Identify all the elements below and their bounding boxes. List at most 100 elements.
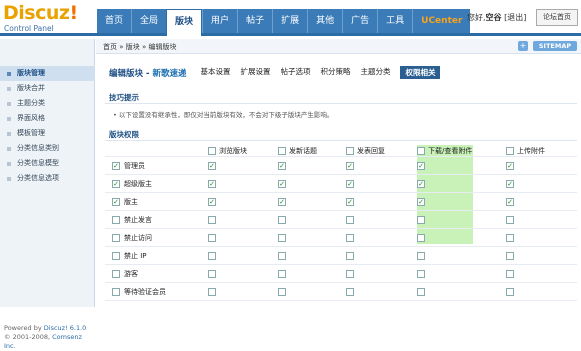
discuz-logo[interactable]: Discuz! Control Panel xyxy=(3,2,95,34)
permission-checkbox[interactable] xyxy=(417,198,425,206)
select-column-checkbox[interactable] xyxy=(417,147,425,155)
permission-checkbox[interactable] xyxy=(346,162,354,170)
permission-checkbox[interactable] xyxy=(278,216,286,224)
permission-checkbox[interactable] xyxy=(417,180,425,188)
permission-checkbox[interactable] xyxy=(278,270,286,278)
permission-checkbox[interactable] xyxy=(506,216,514,224)
permission-checkbox[interactable] xyxy=(506,180,514,188)
sidebar-item[interactable]: 分类信息类别 xyxy=(0,141,95,156)
select-row-checkbox[interactable] xyxy=(112,288,120,296)
permission-checkbox[interactable] xyxy=(346,180,354,188)
user-info: 您好,空谷 [退出] xyxy=(467,12,526,23)
nav-tab-ucenter[interactable]: UCenter xyxy=(412,9,471,33)
permission-checkbox[interactable] xyxy=(346,198,354,206)
sidebar-item[interactable]: 分类信息模型 xyxy=(0,156,95,171)
permission-checkbox[interactable] xyxy=(417,234,425,242)
permission-checkbox[interactable] xyxy=(278,162,286,170)
settings-tab[interactable]: 基本设置 xyxy=(200,66,230,79)
select-column-checkbox[interactable] xyxy=(208,147,216,155)
nav-tab-extend[interactable]: 扩展 xyxy=(272,9,308,33)
bullet-icon xyxy=(7,161,11,166)
settings-tab[interactable]: 帖子选项 xyxy=(280,66,310,79)
nav-tab-posts[interactable]: 帖子 xyxy=(237,9,273,33)
permission-checkbox[interactable] xyxy=(346,270,354,278)
user-group-label: 超级版主 xyxy=(124,180,152,188)
permission-checkbox[interactable] xyxy=(417,216,425,224)
sidebar-item[interactable]: 分类信息选项 xyxy=(0,171,95,186)
permission-checkbox[interactable] xyxy=(278,180,286,188)
permission-checkbox[interactable] xyxy=(278,234,286,242)
sidebar-item-label: 分类信息选项 xyxy=(17,174,59,182)
settings-tab[interactable]: 积分策略 xyxy=(320,66,350,79)
permission-row: 版主 xyxy=(105,193,577,211)
settings-tab[interactable]: 权限相关 xyxy=(400,66,441,79)
column-header-label: 上传附件 xyxy=(517,147,545,155)
permission-checkbox[interactable] xyxy=(346,288,354,296)
sidebar-item[interactable]: 模板管理 xyxy=(0,126,95,141)
permission-checkbox[interactable] xyxy=(208,234,216,242)
permission-checkbox[interactable] xyxy=(208,180,216,188)
nav-tab-forums[interactable]: 版块 xyxy=(166,9,203,36)
add-shortcut-button[interactable]: + xyxy=(518,41,528,51)
bullet-icon xyxy=(7,176,11,181)
permission-checkbox[interactable] xyxy=(346,234,354,242)
permission-checkbox[interactable] xyxy=(417,270,425,278)
product-link[interactable]: Discuz! 6.1.0 xyxy=(44,324,87,332)
permission-checkbox[interactable] xyxy=(506,288,514,296)
permission-checkbox[interactable] xyxy=(417,162,425,170)
permission-checkbox[interactable] xyxy=(346,216,354,224)
sidebar-item-label: 界面风格 xyxy=(17,114,45,122)
breadcrumb[interactable]: 首页 » 版块 » 编辑版块 xyxy=(103,42,176,52)
select-column-checkbox[interactable] xyxy=(506,147,514,155)
column-header: 下载/查看附件 xyxy=(417,145,472,157)
select-row-checkbox[interactable] xyxy=(112,252,120,260)
select-row-checkbox[interactable] xyxy=(112,162,120,170)
settings-tab[interactable]: 主题分类 xyxy=(360,66,390,79)
nav-tab-users[interactable]: 用户 xyxy=(202,9,238,33)
select-row-checkbox[interactable] xyxy=(112,198,120,206)
permission-checkbox[interactable] xyxy=(278,198,286,206)
sidebar-item[interactable]: 界面风格 xyxy=(0,111,95,126)
sidebar-item[interactable]: 主题分类 xyxy=(0,96,95,111)
permission-checkbox[interactable] xyxy=(506,198,514,206)
settings-tab[interactable]: 扩展设置 xyxy=(240,66,270,79)
permission-checkbox[interactable] xyxy=(278,252,286,260)
select-column-checkbox[interactable] xyxy=(346,147,354,155)
permission-checkbox[interactable] xyxy=(208,198,216,206)
permission-checkbox[interactable] xyxy=(506,270,514,278)
main-nav: 首页 全局 版块 用户 帖子 扩展 其他 广告 工具 UCenter xyxy=(97,9,471,36)
select-row-checkbox[interactable] xyxy=(112,270,120,278)
select-row-checkbox[interactable] xyxy=(112,180,120,188)
select-column-checkbox[interactable] xyxy=(278,147,286,155)
permission-checkbox[interactable] xyxy=(506,162,514,170)
nav-tab-home[interactable]: 首页 xyxy=(97,9,132,33)
forum-home-button[interactable]: 论坛首页 xyxy=(536,9,578,26)
nav-tab-ads[interactable]: 广告 xyxy=(342,9,378,33)
permission-checkbox[interactable] xyxy=(208,252,216,260)
select-row-checkbox[interactable] xyxy=(112,216,120,224)
permission-checkbox[interactable] xyxy=(506,252,514,260)
permission-checkbox[interactable] xyxy=(417,252,425,260)
permission-checkbox[interactable] xyxy=(417,288,425,296)
nav-tab-global[interactable]: 全局 xyxy=(131,9,167,33)
sidebar-item[interactable]: 版块管理 xyxy=(0,66,95,81)
bullet-icon xyxy=(7,131,11,136)
permission-checkbox[interactable] xyxy=(208,270,216,278)
permission-checkbox[interactable] xyxy=(506,234,514,242)
nav-tab-tools[interactable]: 工具 xyxy=(377,9,413,33)
permission-row: 禁止 IP xyxy=(105,247,577,265)
permission-checkbox[interactable] xyxy=(208,216,216,224)
logout-link[interactable]: [退出] xyxy=(504,13,526,22)
select-row-checkbox[interactable] xyxy=(112,234,120,242)
column-header-label: 发新话题 xyxy=(289,147,317,155)
bullet-icon xyxy=(7,86,11,91)
permission-checkbox[interactable] xyxy=(208,288,216,296)
sitemap-button[interactable]: SITEMAP xyxy=(533,41,577,51)
permission-checkbox[interactable] xyxy=(346,252,354,260)
nav-tab-other[interactable]: 其他 xyxy=(307,9,343,33)
user-group-label: 禁止访问 xyxy=(124,234,152,242)
permission-checkbox[interactable] xyxy=(278,288,286,296)
permission-checkbox[interactable] xyxy=(208,162,216,170)
sidebar-item[interactable]: 版块合并 xyxy=(0,81,95,96)
page-subheader: 编辑版块 - 新歌速递 基本设置 扩展设置 帖子选项 积分策略 主题分类 权限相关 xyxy=(109,66,450,79)
